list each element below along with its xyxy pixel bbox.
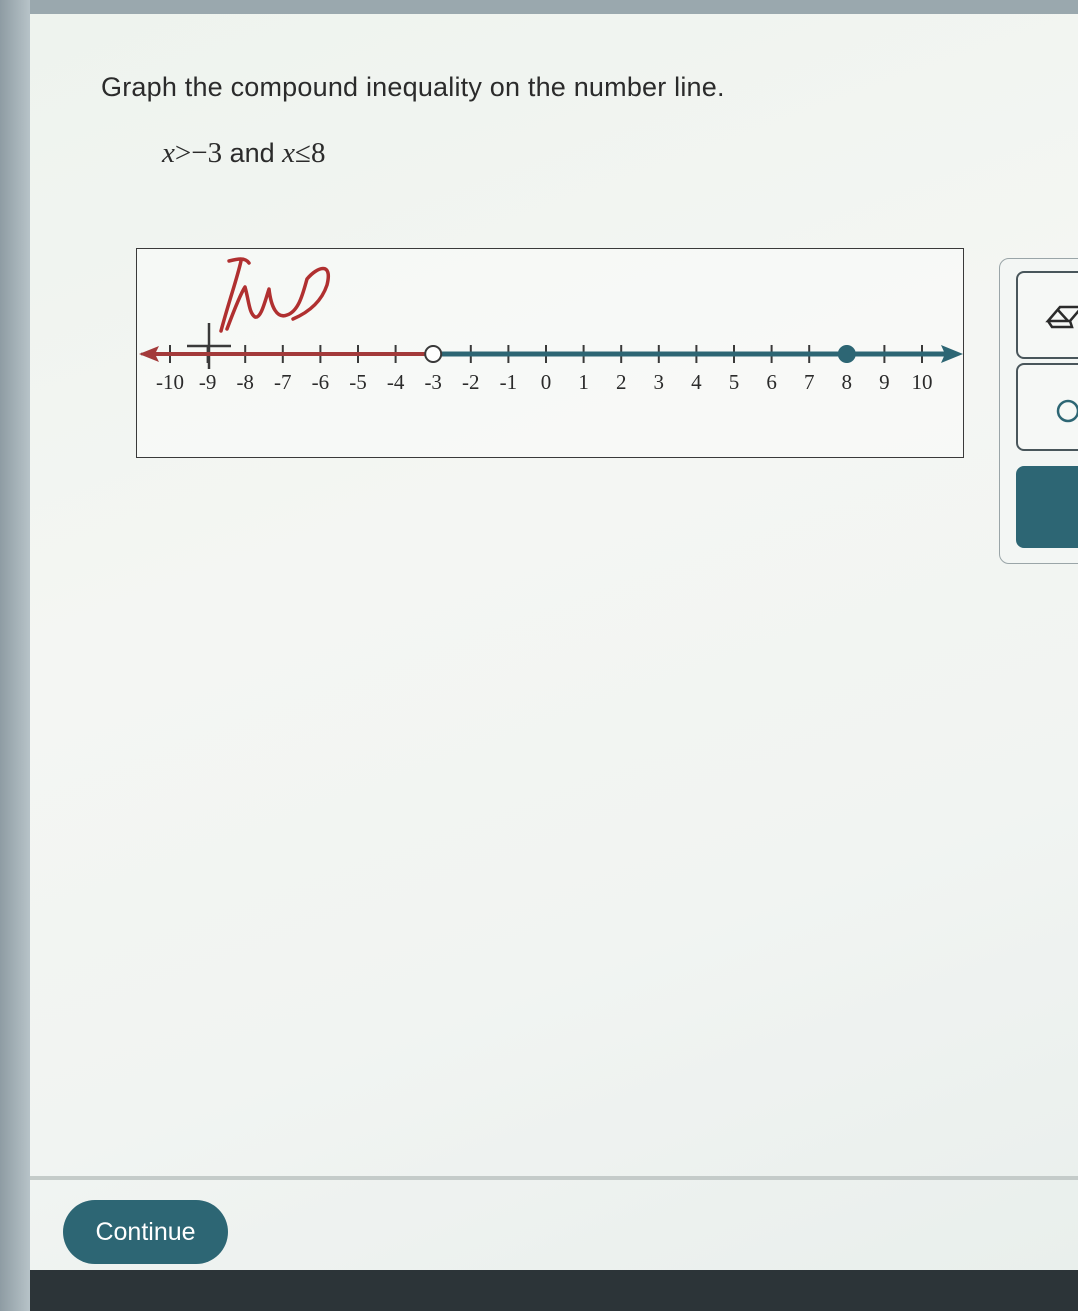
tick-label: 4: [691, 370, 702, 394]
inequality-op-2: ≤: [295, 137, 311, 169]
inequality-expression: x>−3 and x≤8: [162, 137, 325, 170]
tick-label: -5: [349, 370, 367, 394]
tick-label: -9: [198, 370, 217, 394]
sidebar-strip: [0, 0, 30, 1311]
tick-label: 5: [728, 370, 740, 394]
tick-label: 2: [615, 370, 627, 394]
tick-label: 8: [841, 370, 853, 394]
tick-label: -7: [274, 370, 292, 394]
graph-tool-panel: [999, 258, 1078, 564]
device-bezel: [30, 1270, 1078, 1311]
tick-label: 3: [653, 370, 665, 394]
inequality-val-1: −3: [191, 137, 223, 169]
number-line-graph[interactable]: -10 -9 -8 -7 -6 -5 -4 -3 -2 -1 0 1 2 3 4 5 6 7 8 9 10: [136, 248, 964, 458]
tick-label: -4: [386, 370, 405, 394]
tick-label: 1: [578, 370, 589, 394]
submit-tool-button[interactable]: [1016, 466, 1078, 548]
tick-label: 10: [911, 370, 933, 394]
tick-label: -8: [236, 370, 254, 394]
eraser-icon: [1045, 305, 1078, 329]
open-point-tool-button[interactable]: [1016, 363, 1078, 451]
open-circle-icon: [1056, 399, 1078, 423]
inequality-var-2: x: [282, 137, 296, 169]
tick-label: -10: [156, 370, 184, 394]
tick-label: -1: [499, 370, 518, 394]
tick-label: 0: [540, 370, 552, 394]
question-page: [30, 14, 1078, 1270]
tick-label: -6: [311, 370, 330, 394]
inequality-var-1: x: [162, 137, 175, 169]
tick-label: -2: [462, 370, 480, 394]
inequality-val-2: 8: [310, 137, 326, 169]
question-instruction: Graph the compound inequality on the num…: [101, 72, 725, 102]
tick-label: 9: [879, 370, 890, 394]
continue-button[interactable]: Continue: [63, 1200, 228, 1264]
tick-label: 7: [803, 370, 815, 394]
inequality-op-1: >: [174, 137, 192, 169]
tick-label: 6: [766, 370, 777, 394]
tick-label: -3: [424, 370, 442, 394]
eraser-tool-button[interactable]: [1016, 271, 1078, 359]
inequality-conjunction: and: [222, 138, 283, 168]
tick-label-row: -10 -9 -8 -7 -6 -5 -4 -3 -2 -1 0 1 2 3 4 5 6 7 8 9 10: [137, 249, 965, 459]
footer-divider: [30, 1176, 1078, 1180]
